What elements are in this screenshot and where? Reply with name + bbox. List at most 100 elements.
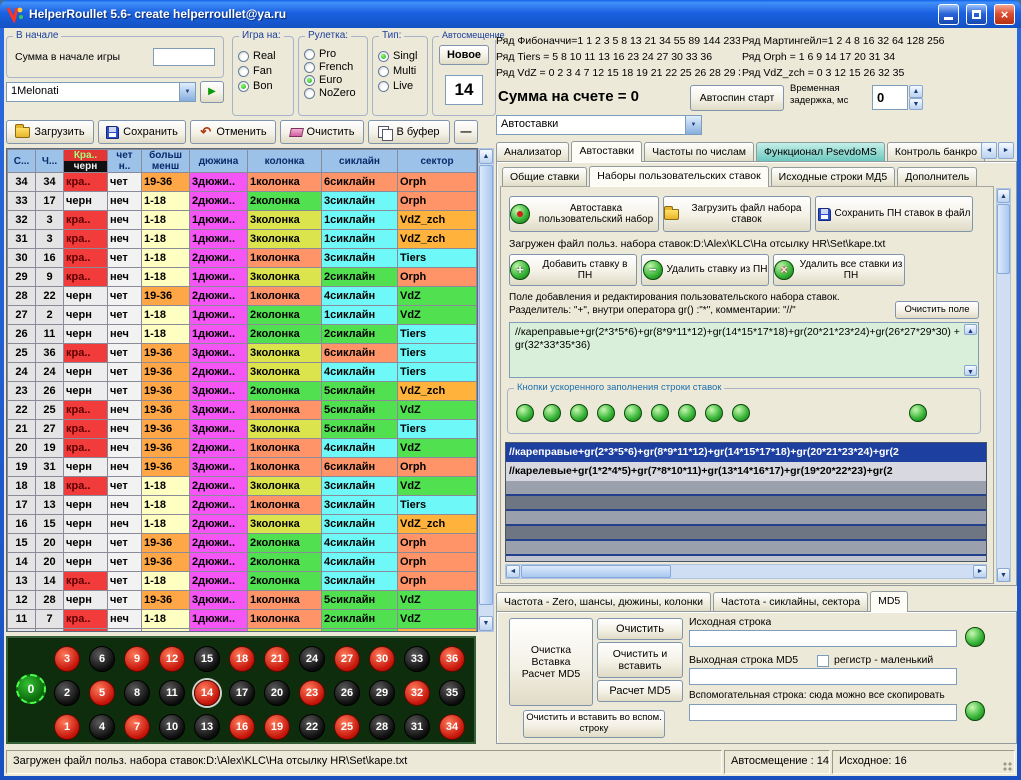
board-number-8[interactable]: 8 <box>124 680 150 706</box>
board-number-29[interactable]: 29 <box>369 680 395 706</box>
board-number-19[interactable]: 19 <box>264 714 290 740</box>
board-number-36[interactable]: 36 <box>439 646 465 672</box>
table-row[interactable]: 2019кра..неч19-362дюжи..1колонка4сиклайн… <box>8 439 477 458</box>
spinner-down-icon[interactable]: ▼ <box>909 98 923 110</box>
board-number-20[interactable]: 20 <box>264 680 290 706</box>
radio-nozero[interactable]: NoZero <box>304 87 362 99</box>
board-number-26[interactable]: 26 <box>334 680 360 706</box>
board-number-23[interactable]: 23 <box>299 680 325 706</box>
radio-bon[interactable]: Bon <box>238 80 288 92</box>
table-row[interactable]: 2536кра..чет19-363дюжи..3колонка6сиклайн… <box>8 344 477 363</box>
table-row[interactable]: 117кра..неч1-181дюжи..1колонка2сиклайнVd… <box>8 610 477 629</box>
radio-french[interactable]: French <box>304 61 362 73</box>
clear-button[interactable]: Очистить <box>280 120 364 144</box>
col-range[interactable]: больш менш <box>142 150 190 173</box>
load-button[interactable]: Загрузить <box>6 120 94 144</box>
quick-fill-button-3[interactable] <box>570 404 588 422</box>
tab-3[interactable]: Частоты по числам <box>644 142 754 161</box>
table-row[interactable]: 299кра..неч1-181дюжи..3колонка2сиклайнOr… <box>8 268 477 287</box>
profile-combobox[interactable]: 1Melonati ▼ <box>6 82 196 102</box>
tabs-scroll-right-icon[interactable]: ► <box>998 142 1014 159</box>
board-number-11[interactable]: 11 <box>159 680 185 706</box>
board-number-12[interactable]: 12 <box>159 646 185 672</box>
table-row[interactable]: 3434кра..чет19-363дюжи..1колонка6сиклайн… <box>8 173 477 192</box>
md5-clear-paste-button[interactable]: Очистить и вставить <box>597 642 683 678</box>
board-number-16[interactable]: 16 <box>229 714 255 740</box>
scroll-right-icon[interactable]: ► <box>973 565 987 578</box>
quick-fill-button-2[interactable] <box>543 404 561 422</box>
board-number-0[interactable]: 0 <box>16 674 46 704</box>
quick-fill-button-8[interactable] <box>705 404 723 422</box>
quick-fill-button-1[interactable] <box>516 404 534 422</box>
scroll-left-icon[interactable]: ◄ <box>506 565 520 578</box>
bet-list-row-2[interactable]: //карелевые+gr(1*2*4*5)+gr(7*8*10*11)+gr… <box>506 462 986 481</box>
table-row[interactable]: 2611черннеч1-181дюжи..2колонка2сиклайнTi… <box>8 325 477 344</box>
panel-v-scrollbar[interactable]: ▲ ▼ <box>996 188 1011 582</box>
chevron-down-icon[interactable]: ▼ <box>685 116 701 134</box>
minimize-button[interactable] <box>938 4 959 25</box>
radio-pro[interactable]: Pro <box>304 48 362 60</box>
board-number-31[interactable]: 31 <box>404 714 430 740</box>
tab-4[interactable]: Функционал PsevdoMS <box>756 142 885 161</box>
md5-aux-orb-button[interactable] <box>965 701 985 721</box>
board-number-7[interactable]: 7 <box>124 714 150 740</box>
board-number-1[interactable]: 1 <box>54 714 80 740</box>
board-number-28[interactable]: 28 <box>369 714 395 740</box>
table-row[interactable]: 1713черннеч1-182дюжи..1колонка3сиклайнTi… <box>8 496 477 515</box>
bet-edit-field[interactable]: //кареправые+gr(2*3*5*6)+gr(8*9*11*12)+g… <box>509 322 979 378</box>
tab-3[interactable]: Исходные строки МД5 <box>771 167 896 186</box>
panel-v-thumb[interactable] <box>997 204 1010 274</box>
clear-field-button[interactable]: Очистить поле <box>895 301 979 319</box>
board-number-30[interactable]: 30 <box>369 646 395 672</box>
collapse-button[interactable]: — <box>454 120 478 144</box>
autospin-start-button[interactable]: Автоспин старт <box>690 85 784 111</box>
tab-5[interactable]: Контроль банкро <box>887 142 985 161</box>
table-scrollbar-thumb[interactable] <box>479 165 493 605</box>
save-button[interactable]: Сохранить <box>98 120 186 144</box>
board-number-17[interactable]: 17 <box>229 680 255 706</box>
spins-table[interactable]: С... Ч... Кра.. черн чет н.. больш менш <box>6 148 478 632</box>
spinner-up-icon[interactable]: ▲ <box>909 85 923 98</box>
quick-fill-button-4[interactable] <box>597 404 615 422</box>
quick-fill-button-7[interactable] <box>678 404 696 422</box>
board-number-5[interactable]: 5 <box>89 680 115 706</box>
col-spin[interactable]: С... <box>8 150 36 173</box>
start-sum-input[interactable] <box>153 48 215 66</box>
board-number-25[interactable]: 25 <box>334 714 360 740</box>
board-number-10[interactable]: 10 <box>159 714 185 740</box>
auto-user-set-button[interactable]: Автоставка пользовательский набор <box>509 196 659 232</box>
table-row[interactable]: 1228чернчет19-363дюжи..1колонка5сиклайнV… <box>8 591 477 610</box>
tab-2[interactable]: Автоставки <box>571 141 642 162</box>
table-row[interactable]: 323кра..неч1-181дюжи..3колонка1сиклайнVd… <box>8 211 477 230</box>
md5-stack-button[interactable]: Очистка Вставка Расчет MD5 <box>509 618 593 706</box>
md5-clear-button[interactable]: Очистить <box>597 618 683 640</box>
tab-2[interactable]: Наборы пользовательских ставок <box>589 166 768 187</box>
col-sector[interactable]: сектор <box>398 150 477 173</box>
tab-2[interactable]: Частота - сиклайны, сектора <box>713 592 868 611</box>
scroll-down-icon[interactable]: ▼ <box>997 568 1010 582</box>
board-number-34[interactable]: 34 <box>439 714 465 740</box>
table-row[interactable]: 2127кра..неч19-363дюжи..3колонка5сиклайн… <box>8 420 477 439</box>
close-button[interactable]: × <box>994 4 1015 25</box>
md5-aux-input[interactable] <box>689 704 957 721</box>
table-row[interactable]: 1012кра..чет1-181дюжи..3колонка2сиклайнV… <box>8 629 477 633</box>
radio-real[interactable]: Real <box>238 50 288 62</box>
register-checkbox[interactable] <box>817 655 829 667</box>
board-number-22[interactable]: 22 <box>299 714 325 740</box>
scroll-up-icon[interactable]: ▲ <box>479 149 493 164</box>
radio-fan[interactable]: Fan <box>238 65 288 77</box>
table-row[interactable]: 3016кра..чет1-182дюжи..1колонка3сиклайнT… <box>8 249 477 268</box>
table-scrollbar[interactable]: ▲ ▼ <box>478 148 494 632</box>
board-number-35[interactable]: 35 <box>439 680 465 706</box>
table-row[interactable]: 1314кра..чет1-182дюжи..2колонка3сиклайнO… <box>8 572 477 591</box>
table-row[interactable]: 2326чернчет19-363дюжи..2колонка5сиклайнV… <box>8 382 477 401</box>
md5-out-input[interactable] <box>689 668 957 685</box>
bet-set-list[interactable]: //кареправые+gr(2*3*5*6)+gr(8*9*11*12)+g… <box>505 442 987 562</box>
md5-calc-button[interactable]: Расчет MD5 <box>597 680 683 702</box>
board-number-33[interactable]: 33 <box>404 646 430 672</box>
col-sixline[interactable]: сиклайн <box>322 150 398 173</box>
table-row[interactable]: 272чернчет1-181дюжи..2колонка1сиклайнVdZ <box>8 306 477 325</box>
board-number-18[interactable]: 18 <box>229 646 255 672</box>
chevron-down-icon[interactable]: ▼ <box>179 83 195 101</box>
autobets-combobox[interactable]: Автоставки ▼ <box>496 115 702 135</box>
